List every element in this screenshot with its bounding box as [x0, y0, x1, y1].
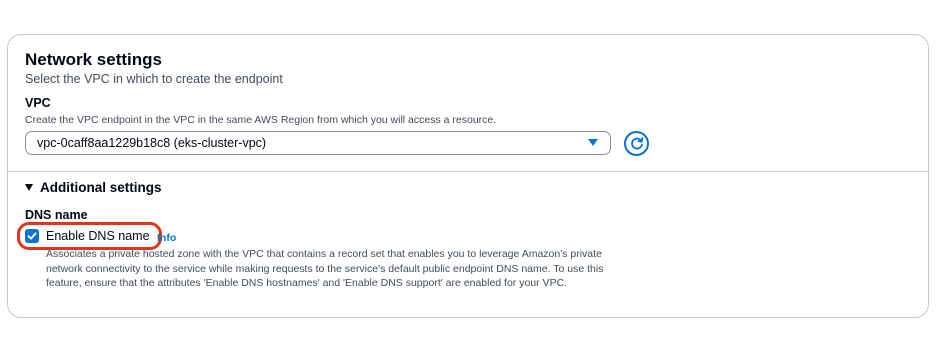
caret-down-icon [25, 184, 33, 191]
vpc-select-value: vpc-0caff8aa1229b18c8 (eks-cluster-vpc) [37, 136, 267, 150]
panel-title: Network settings [25, 50, 162, 69]
enable-dns-checkbox[interactable] [25, 229, 39, 243]
checkmark-icon [27, 232, 37, 240]
dns-description: Associates a private hosted zone with th… [46, 248, 604, 289]
additional-settings-toggle[interactable]: Additional settings [25, 180, 162, 195]
enable-dns-label[interactable]: Enable DNS name [46, 229, 150, 243]
refresh-icon [630, 136, 643, 149]
panel-description: Select the VPC in which to create the en… [25, 72, 283, 86]
dns-name-label: DNS name [25, 208, 88, 222]
additional-settings-label: Additional settings [40, 180, 162, 195]
caret-down-icon [588, 139, 598, 146]
vpc-select[interactable]: vpc-0caff8aa1229b18c8 (eks-cluster-vpc) [25, 131, 611, 155]
network-settings-panel: Network settings Select the VPC in which… [7, 34, 929, 318]
section-divider [8, 171, 928, 172]
vpc-description: Create the VPC endpoint in the VPC in th… [25, 114, 497, 126]
info-link[interactable]: Info [157, 232, 176, 244]
vpc-label: VPC [25, 96, 51, 110]
refresh-button[interactable] [624, 131, 649, 156]
